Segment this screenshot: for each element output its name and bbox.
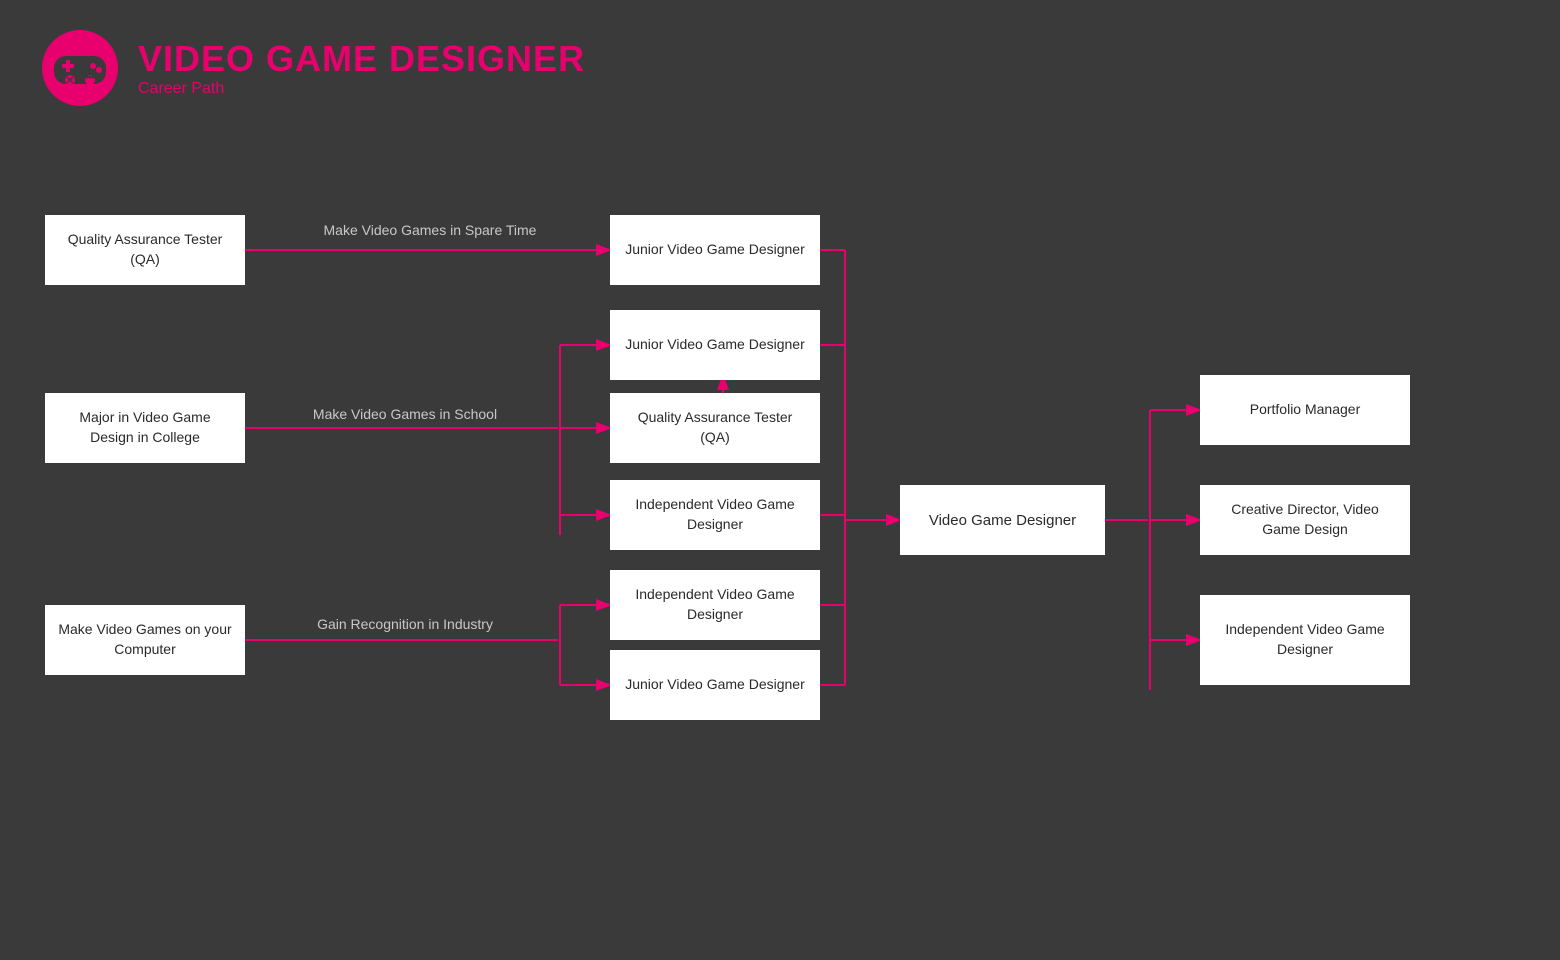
qa-mid-box: Quality Assurance Tester (QA) [610,393,820,463]
video-game-designer-box: Video Game Designer [900,485,1105,555]
page-subtitle: Career Path [138,80,585,98]
career-diagram: Quality Assurance Tester (QA) Major in V… [0,150,1560,950]
make-computer-box: Make Video Games on your Computer [45,605,245,675]
header: VIDEO GAME DESIGNER Career Path [0,0,1560,136]
indie-right-box: Independent Video Game Designer [1200,595,1410,685]
qa-tester-box: Quality Assurance Tester (QA) [45,215,245,285]
gain-recognition-label: Gain Recognition in Industry [255,616,555,632]
portfolio-manager-box: Portfolio Manager [1200,375,1410,445]
junior-bottom-box: Junior Video Game Designer [610,650,820,720]
spare-time-label: Make Video Games in Spare Time [255,222,605,238]
in-school-label: Make Video Games in School [255,406,555,422]
indie-mid-box: Independent Video Game Designer [610,480,820,550]
junior-mid-box: Junior Video Game Designer [610,310,820,380]
logo-icon [40,28,120,108]
major-college-box: Major in Video Game Design in College [45,393,245,463]
header-text: VIDEO GAME DESIGNER Career Path [138,38,585,98]
creative-director-box: Creative Director, Video Game Design [1200,485,1410,555]
indie-bottom-box: Independent Video Game Designer [610,570,820,640]
page-title: VIDEO GAME DESIGNER [138,38,585,80]
junior-top-box: Junior Video Game Designer [610,215,820,285]
